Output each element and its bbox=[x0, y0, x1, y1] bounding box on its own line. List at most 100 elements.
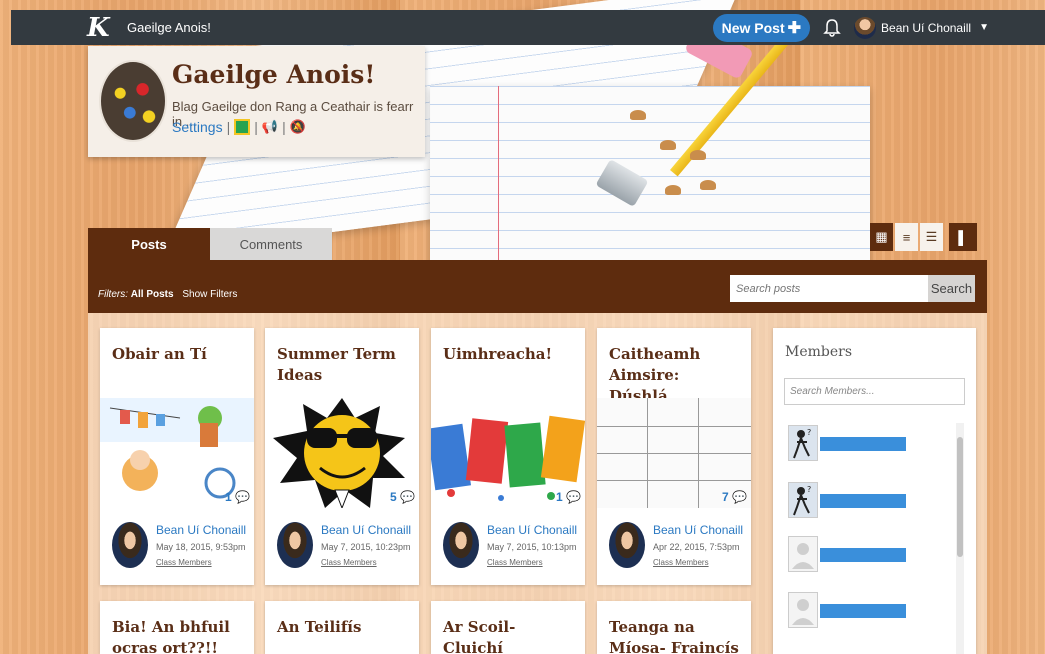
search-button[interactable]: Search bbox=[928, 275, 975, 302]
filters-prefix: Filters: bbox=[98, 289, 128, 300]
comment-count-value: 7 bbox=[722, 490, 729, 504]
members-scrollbar[interactable] bbox=[956, 423, 964, 654]
author-name[interactable]: Bean Uí Chonaill bbox=[487, 523, 577, 537]
megaphone-icon[interactable]: 📢 bbox=[262, 119, 278, 135]
divider: | bbox=[226, 119, 231, 135]
shaving-image bbox=[700, 180, 716, 190]
list-view-icon[interactable]: ≡ bbox=[895, 223, 918, 251]
sidebar-toggle-icon[interactable]: ▌ bbox=[949, 223, 977, 251]
shaving-image bbox=[660, 140, 676, 150]
member-row[interactable] bbox=[788, 592, 918, 628]
search-posts-input[interactable] bbox=[730, 275, 928, 302]
author-name[interactable]: Bean Uí Chonaill bbox=[321, 523, 411, 537]
post-image-housework: 1 💬 bbox=[100, 398, 254, 508]
top-nav-bar: K Gaeilge Anois! New Post ✚ Bean Uí Chon… bbox=[11, 10, 1045, 45]
post-date: May 7, 2015, 10:23pm bbox=[321, 542, 411, 552]
filters: Filters: All Posts Show Filters bbox=[98, 289, 237, 300]
post-date: Apr 22, 2015, 7:53pm bbox=[653, 542, 740, 552]
post-card[interactable]: Summer Term Ideas 5 💬 Bean Uí Chonaill M… bbox=[265, 328, 419, 585]
post-date: May 7, 2015, 10:13pm bbox=[487, 542, 577, 552]
author-avatar bbox=[443, 522, 479, 568]
comment-count: 5 💬 bbox=[390, 490, 415, 504]
members-title: Members bbox=[785, 344, 853, 360]
new-post-button[interactable]: New Post ✚ bbox=[712, 13, 811, 42]
chevron-down-icon[interactable]: ▼ bbox=[979, 22, 989, 33]
post-card[interactable]: Caitheamh Aimsire: Dúshlá ... 7 💬 Bean U… bbox=[597, 328, 751, 585]
tab-posts[interactable]: Posts bbox=[88, 228, 210, 260]
post-card[interactable]: Ar Scoil- Cluichí bbox=[431, 601, 585, 654]
members-panel: Members Search Members... ? ? bbox=[773, 328, 976, 654]
post-title[interactable]: Ar Scoil- Cluichí bbox=[443, 617, 577, 654]
post-date: May 18, 2015, 9:53pm bbox=[156, 542, 246, 552]
divider: | bbox=[254, 119, 258, 135]
grid-view-icon[interactable]: ▦ bbox=[870, 223, 893, 251]
post-title[interactable]: An Teilifís bbox=[277, 617, 411, 638]
member-row[interactable] bbox=[788, 536, 918, 572]
member-name-redacted bbox=[820, 548, 906, 562]
author-avatar bbox=[609, 522, 645, 568]
post-card[interactable]: Teanga na Míosa- Fraincís bbox=[597, 601, 751, 654]
comment-bubble-icon: 💬 bbox=[400, 490, 415, 504]
author-name[interactable]: Bean Uí Chonaill bbox=[653, 523, 743, 537]
tab-comments[interactable]: Comments bbox=[210, 228, 332, 260]
post-title[interactable]: Bia! An bhfuil ocras ort??!! bbox=[112, 617, 246, 654]
comment-count: 7 💬 bbox=[722, 490, 747, 504]
member-row[interactable]: ? bbox=[788, 482, 918, 518]
kidblog-logo[interactable]: K bbox=[87, 15, 113, 41]
settings-link[interactable]: Settings bbox=[172, 119, 223, 135]
blog-info-card: Gaeilge Anois! Blag Gaeilge don Rang a C… bbox=[88, 46, 425, 157]
user-name[interactable]: Bean Uí Chonaill bbox=[881, 21, 971, 35]
default-avatar-icon bbox=[788, 592, 818, 628]
member-name-redacted bbox=[820, 604, 906, 618]
bell-icon[interactable] bbox=[822, 18, 842, 38]
google-classroom-icon[interactable] bbox=[234, 119, 251, 135]
show-filters-link[interactable]: Show Filters bbox=[182, 289, 237, 300]
divider: | bbox=[282, 119, 286, 135]
comment-count-value: 5 bbox=[390, 490, 397, 504]
post-image-hobbies-grid: 7 💬 bbox=[597, 398, 751, 508]
post-audience[interactable]: Class Members bbox=[156, 558, 212, 567]
post-audience[interactable]: Class Members bbox=[653, 558, 709, 567]
shaving-image bbox=[690, 150, 706, 160]
blog-avatar bbox=[99, 60, 167, 142]
post-card[interactable]: Bia! An bhfuil ocras ort??!! bbox=[100, 601, 254, 654]
scroll-thumb[interactable] bbox=[957, 437, 963, 557]
author-avatar bbox=[277, 522, 313, 568]
new-post-label: New Post bbox=[721, 19, 785, 36]
shaving-image bbox=[630, 110, 646, 120]
filter-current[interactable]: All Posts bbox=[131, 289, 174, 300]
member-row[interactable]: ? bbox=[788, 425, 918, 461]
app-title[interactable]: Gaeilge Anois! bbox=[127, 20, 211, 35]
shaving-image bbox=[665, 185, 681, 195]
member-name-redacted bbox=[820, 437, 906, 451]
comment-bubble-icon: 💬 bbox=[732, 490, 747, 504]
post-card[interactable]: Obair an Tí 1 💬 Bean Uí Chonaill May 18,… bbox=[100, 328, 254, 585]
muted-bell-icon[interactable]: 🔕 bbox=[290, 119, 306, 135]
member-avatar-icon: ? bbox=[788, 482, 818, 518]
blog-links: Settings | | 📢 | 🔕 bbox=[172, 119, 306, 135]
member-name-redacted bbox=[820, 494, 906, 508]
comment-bubble-icon: 💬 bbox=[566, 490, 581, 504]
author-name[interactable]: Bean Uí Chonaill bbox=[156, 523, 246, 537]
post-title[interactable]: Obair an Tí bbox=[112, 344, 246, 365]
members-search-input[interactable]: Search Members... bbox=[784, 378, 965, 405]
post-title[interactable]: Teanga na Míosa- Fraincís bbox=[609, 617, 743, 654]
default-avatar-icon bbox=[788, 536, 818, 572]
header-paper-sheet-2 bbox=[430, 86, 870, 266]
post-audience[interactable]: Class Members bbox=[321, 558, 377, 567]
post-image-numbers: 1 💬 bbox=[431, 398, 585, 508]
comment-bubble-icon: 💬 bbox=[235, 490, 250, 504]
compact-list-icon[interactable]: ☰ bbox=[920, 223, 943, 251]
user-avatar[interactable] bbox=[854, 16, 877, 39]
svg-text:?: ? bbox=[807, 428, 811, 437]
post-title[interactable]: Summer Term Ideas bbox=[277, 344, 411, 386]
plus-icon: ✚ bbox=[787, 19, 802, 37]
view-mode-buttons: ▦ ≡ ☰ ▌ bbox=[870, 223, 977, 251]
topbar-actions: New Post ✚ Bean Uí Chonaill ▼ bbox=[712, 10, 989, 45]
member-avatar-icon: ? bbox=[788, 425, 818, 461]
post-title[interactable]: Uimhreacha! bbox=[443, 344, 577, 365]
post-audience[interactable]: Class Members bbox=[487, 558, 543, 567]
post-card[interactable]: Uimhreacha! 1 💬 Bean Uí Chonaill May 7, … bbox=[431, 328, 585, 585]
comment-count: 1 💬 bbox=[225, 490, 250, 504]
post-card[interactable]: An Teilifís bbox=[265, 601, 419, 654]
